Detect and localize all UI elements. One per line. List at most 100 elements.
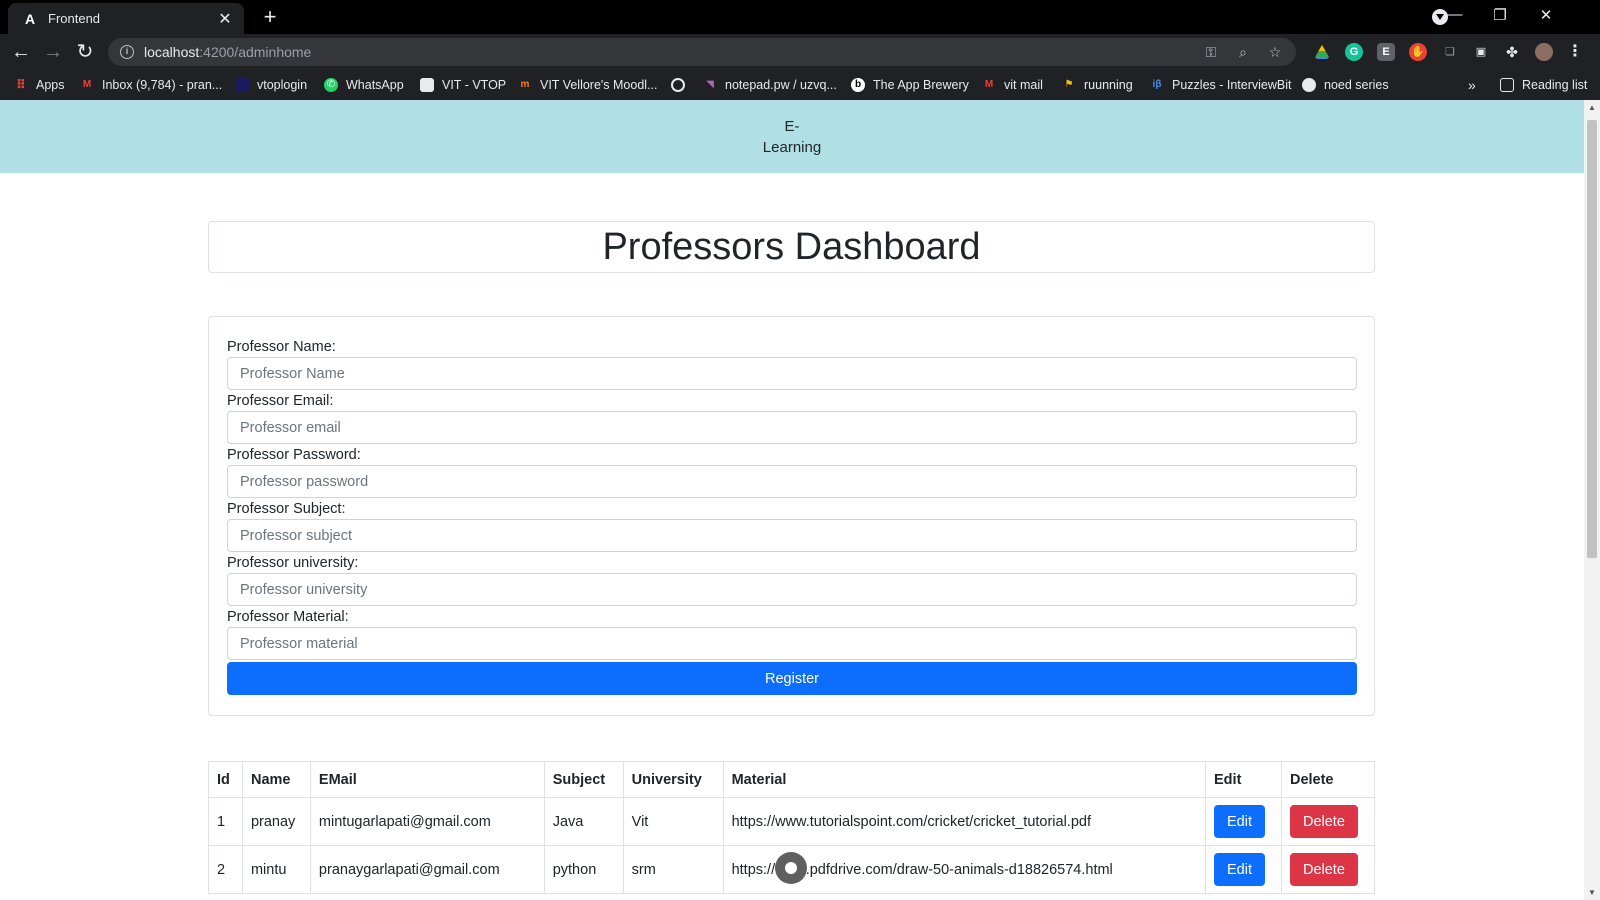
scroll-thumb[interactable] <box>1587 120 1597 558</box>
reload-icon[interactable]: ↻ <box>73 40 97 64</box>
page-viewport: E- Learning Professors Dashboard Profess… <box>0 100 1584 900</box>
url-text[interactable]: localhost:4200/adminhome <box>144 44 1200 60</box>
header-subject: Subject <box>543 761 624 798</box>
gmail-icon: M <box>984 79 994 90</box>
cell-delete: Delete <box>1280 797 1376 846</box>
professor-password-input[interactable] <box>227 465 1357 498</box>
back-arrow-icon[interactable]: ← <box>9 40 33 64</box>
table-header-row: Id Name EMail Subject University Materia… <box>208 761 1376 798</box>
email-field-group: Professor Email: <box>227 392 1357 444</box>
cell-id: 2 <box>208 845 243 894</box>
media-icon[interactable]: ▣ <box>1472 43 1490 61</box>
bookmark-star-icon[interactable]: ☆ <box>1264 44 1286 61</box>
zoom-icon[interactable]: ⌕ <box>1232 44 1254 61</box>
cell-material: https://www.tutorialspoint.com/cricket/c… <box>722 797 1207 846</box>
professor-material-input[interactable] <box>227 627 1357 660</box>
reading-list-button[interactable]: Reading list <box>1500 76 1587 94</box>
delete-button[interactable]: Delete <box>1289 805 1358 838</box>
bookmark-vtoplogin[interactable]: vtoplogin <box>235 76 307 94</box>
tab-close-icon[interactable]: ✕ <box>216 9 234 29</box>
extensions-puzzle-icon[interactable]: ✤ <box>1503 43 1521 61</box>
bookmarks-bar: ⠿ Apps M Inbox (9,784) - pran... vtoplog… <box>0 70 1600 100</box>
edit-button[interactable]: Edit <box>1214 805 1266 838</box>
bookmark-app-brewery[interactable]: b The App Brewery <box>851 76 969 94</box>
app-header: E- Learning <box>0 100 1584 173</box>
bookmark-noed-series[interactable]: noed series <box>1302 76 1389 94</box>
page-scrollbar[interactable]: ▲ ▼ <box>1584 100 1600 900</box>
page-icon <box>420 78 434 92</box>
university-field-group: Professor university: <box>227 554 1357 606</box>
professor-email-input[interactable] <box>227 411 1357 444</box>
forward-arrow-icon[interactable]: → <box>41 40 65 64</box>
bookmark-vit-vtop[interactable]: VIT - VTOP <box>420 76 506 94</box>
browser-tab[interactable]: A Frontend ✕ <box>8 3 244 34</box>
github-icon <box>1302 78 1316 92</box>
scroll-down-icon[interactable]: ▼ <box>1587 888 1597 897</box>
bookmark-label: VIT Vellore's Moodl... <box>540 78 658 92</box>
professor-form: Professor Name: Professor Email: Profess… <box>208 316 1375 716</box>
bookmark-ruunning[interactable]: ⚑ ruunning <box>1062 76 1133 94</box>
bookmark-apps[interactable]: ⠿ Apps <box>14 76 65 94</box>
browser-toolbar: ← → ↻ i localhost:4200/adminhome ⚿ ⌕ ☆ G… <box>0 34 1600 70</box>
professor-university-input[interactable] <box>227 573 1357 606</box>
header-university: University <box>622 761 724 798</box>
cell-email: pranaygarlapati@gmail.com <box>309 845 545 894</box>
register-button[interactable]: Register <box>227 662 1357 695</box>
bookmark-label: ruunning <box>1084 78 1133 92</box>
header-delete: Delete <box>1280 761 1376 798</box>
bookmark-globe[interactable] <box>671 76 693 94</box>
password-label: Professor Password: <box>227 447 361 463</box>
email-label: Professor Email: <box>227 393 334 409</box>
runner-icon: ⚑ <box>1064 79 1074 90</box>
scroll-up-icon[interactable]: ▲ <box>1587 103 1597 112</box>
key-icon[interactable]: ⚿ <box>1200 44 1222 61</box>
cell-subject: python <box>543 845 624 894</box>
site-info-icon[interactable]: i <box>120 45 134 59</box>
name-label: Professor Name: <box>227 339 336 355</box>
reading-list-label: Reading list <box>1522 78 1588 92</box>
cell-email: mintugarlapati@gmail.com <box>309 797 545 846</box>
profile-avatar[interactable] <box>1535 43 1553 61</box>
address-bar[interactable]: i localhost:4200/adminhome ⚿ ⌕ ☆ <box>108 38 1296 66</box>
copy-extension-icon[interactable]: ❏ <box>1441 43 1459 61</box>
header-material: Material <box>722 761 1207 798</box>
brand-logo-text[interactable]: E- Learning <box>762 116 822 158</box>
chrome-icon <box>671 78 685 92</box>
google-drive-icon[interactable] <box>1313 43 1331 61</box>
header-email: EMail <box>309 761 545 798</box>
professor-name-input[interactable] <box>227 357 1357 390</box>
minimize-icon[interactable]: — <box>1441 6 1469 23</box>
moodle-icon: m <box>520 79 530 90</box>
bookmark-moodle[interactable]: m VIT Vellore's Moodl... <box>518 76 658 94</box>
subject-field-group: Professor Subject: <box>227 500 1357 552</box>
extension-red-icon[interactable]: ✋ <box>1409 43 1427 61</box>
material-label: Professor Material: <box>227 609 349 625</box>
cell-name: pranay <box>241 797 311 846</box>
bookmark-notepad[interactable]: ◥ notepad.pw / uzvq... <box>703 76 837 94</box>
bookmarks-overflow-icon[interactable]: » <box>1468 76 1476 94</box>
cell-university: srm <box>622 845 724 894</box>
extension-e-icon[interactable]: E <box>1377 43 1395 61</box>
professor-subject-input[interactable] <box>227 519 1357 552</box>
bookmark-label: VIT - VTOP <box>442 78 507 92</box>
edit-button[interactable]: Edit <box>1214 853 1266 886</box>
bookmark-whatsapp[interactable]: ✆ WhatsApp <box>324 76 404 94</box>
bookmark-inbox[interactable]: M Inbox (9,784) - pran... <box>80 76 222 94</box>
header-name: Name <box>241 761 311 798</box>
bookmark-vit-mail[interactable]: M vit mail <box>982 76 1043 94</box>
bookmark-label: Puzzles - InterviewBit <box>1172 78 1292 92</box>
new-tab-button[interactable]: + <box>258 6 282 30</box>
bookmark-label: The App Brewery <box>873 78 969 92</box>
material-field-group: Professor Material: <box>227 608 1357 660</box>
grammarly-icon[interactable]: G <box>1345 43 1363 61</box>
chrome-menu-icon[interactable]: ⋮ <box>1566 43 1584 61</box>
bookmark-interviewbit[interactable]: iβ Puzzles - InterviewBit <box>1150 76 1292 94</box>
close-window-icon[interactable]: ✕ <box>1532 6 1560 24</box>
bookmark-label: Inbox (9,784) - pran... <box>102 78 223 92</box>
header-id: Id <box>208 761 243 798</box>
gmail-icon: M <box>82 79 92 90</box>
tab-strip: A Frontend ✕ + — ❐ ✕ <box>0 0 1600 34</box>
apps-grid-icon: ⠿ <box>15 77 27 92</box>
delete-button[interactable]: Delete <box>1289 853 1358 886</box>
restore-icon[interactable]: ❐ <box>1486 6 1514 24</box>
